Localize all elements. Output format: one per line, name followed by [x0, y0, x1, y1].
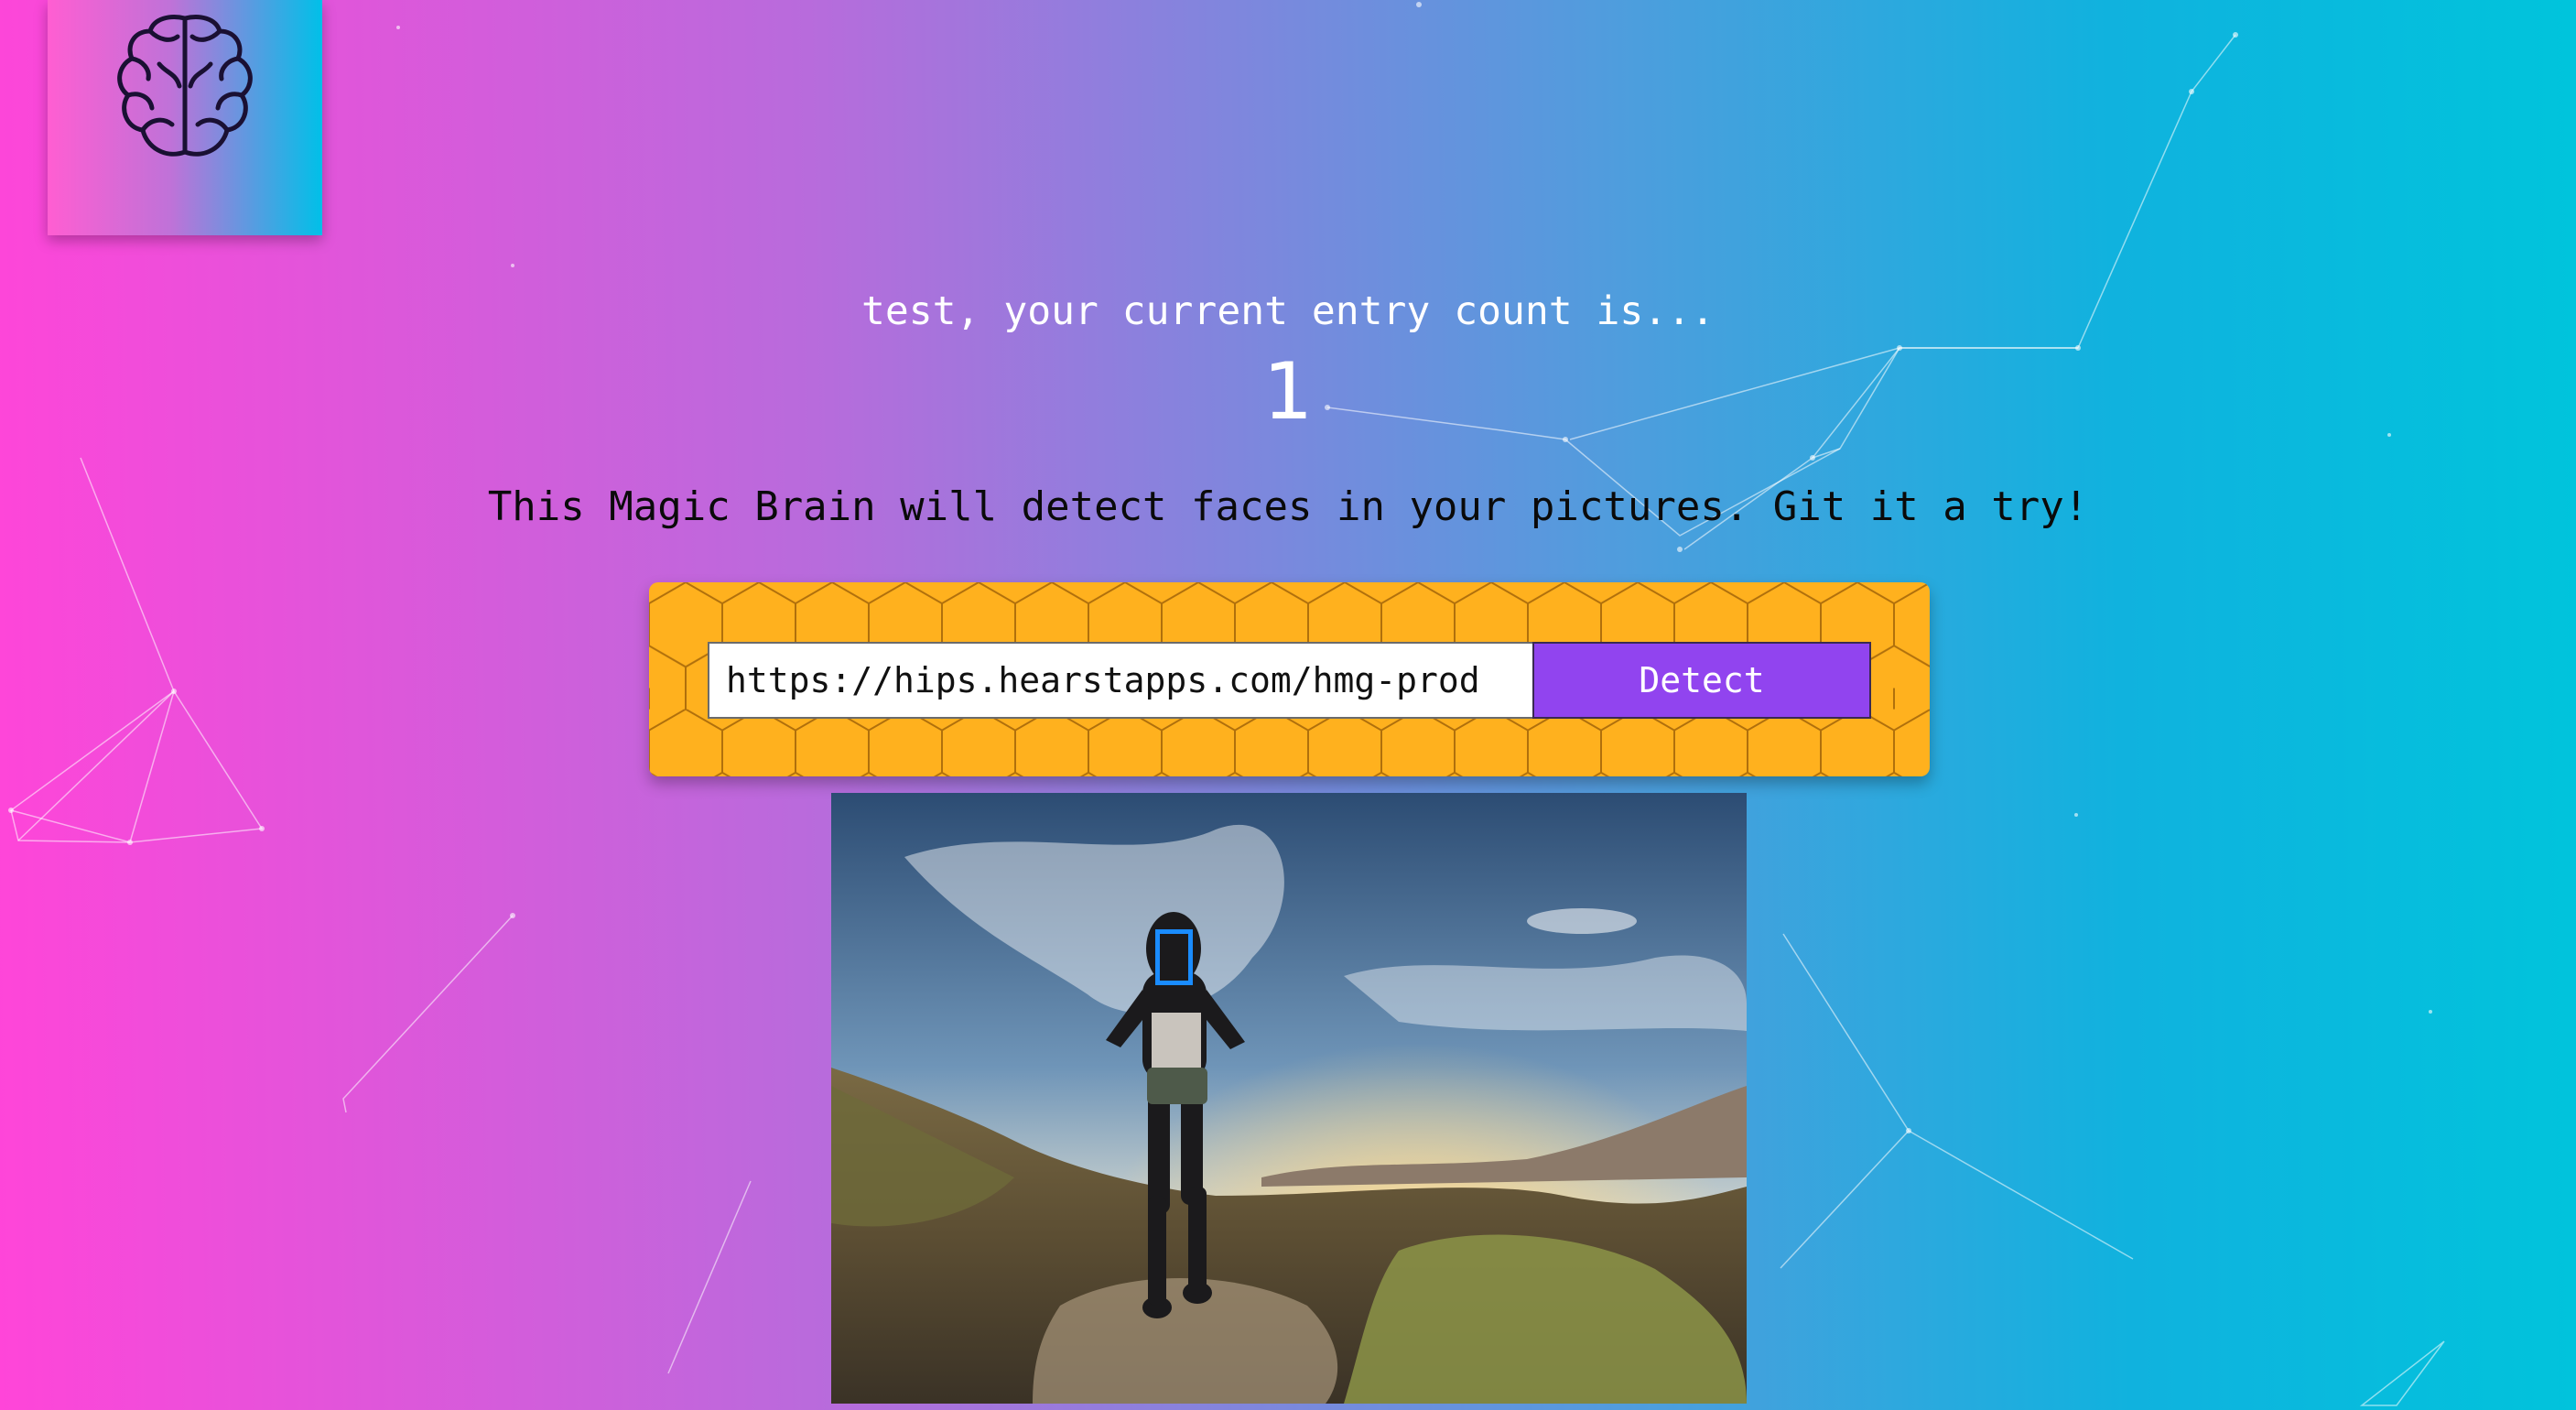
hiker-photo: [831, 793, 1747, 1404]
image-link-form: Detect: [649, 582, 1930, 776]
image-url-input[interactable]: [708, 642, 1535, 719]
face-bounding-box: [1155, 929, 1193, 985]
detect-button[interactable]: Detect: [1532, 642, 1871, 719]
entry-count-greeting: test, your current entry count is...: [861, 288, 1715, 334]
result-image: [831, 793, 1747, 1404]
intro-tagline: This Magic Brain will detect faces in yo…: [487, 483, 2089, 530]
logo-card[interactable]: [48, 0, 322, 235]
brain-icon: [117, 15, 253, 157]
entry-count-value: 1: [1262, 346, 1314, 438]
